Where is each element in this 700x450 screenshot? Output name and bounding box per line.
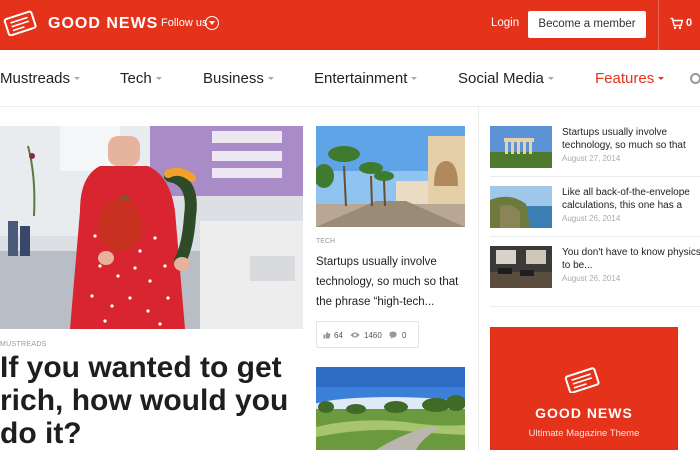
chevron-down-icon[interactable] [205,16,219,30]
main-navigation: Mustreads Tech Business Entertainment So… [0,50,700,107]
likes-count: 64 [334,331,343,340]
advertisement-banner[interactable]: GOOD NEWS Ultimate Magazine Theme [490,327,678,450]
sidebar-thumb-image[interactable] [490,186,552,228]
sidebar-item-title[interactable]: Like all back-of-the-envelope calculatio… [562,186,700,212]
hero-headline[interactable]: If you wanted to get rich, how would you… [0,351,290,450]
column-divider [478,107,479,450]
site-logo-text[interactable]: GOOD NEWS [48,15,158,33]
countryside-article-image[interactable] [316,367,465,450]
hero-category-label[interactable]: MUSTREADS [0,341,47,348]
sidebar-item-title[interactable]: You don't have to know physics to be... [562,246,700,272]
tech-category-label[interactable]: TECH [316,238,335,245]
hero-article-image[interactable] [0,126,303,329]
chevron-down-icon [658,76,665,80]
chevron-down-icon [267,76,274,80]
nav-item-tech[interactable]: Tech [120,70,162,87]
tech-article-image[interactable] [316,126,465,227]
nav-item-entertainment[interactable]: Entertainment [314,70,418,87]
sidebar-thumb-image[interactable] [490,126,552,168]
newspaper-logo-icon[interactable] [2,10,38,36]
become-member-button[interactable]: Become a member [528,11,646,38]
list-divider [490,176,700,177]
login-link[interactable]: Login [491,17,519,29]
nav-item-mustreads[interactable]: Mustreads [0,70,81,87]
sidebar-item-date: August 26, 2014 [562,274,621,283]
list-divider [490,306,700,307]
article-stats-box: 64 1460 0 [316,321,419,348]
nav-item-social-media[interactable]: Social Media [458,70,554,87]
sidebar-item-title[interactable]: Startups usually involve technology, so … [562,126,700,152]
comment-icon[interactable] [389,331,397,339]
sidebar-thumb-image[interactable] [490,246,552,288]
tech-article-excerpt[interactable]: Startups usually involve technology, so … [316,252,471,312]
ad-title: GOOD NEWS [535,405,633,421]
thumbs-up-icon[interactable] [323,331,331,339]
views-count: 1460 [364,331,382,340]
list-item[interactable]: Startups usually involve technology, so … [490,126,700,170]
eye-icon [350,332,360,338]
nav-item-features[interactable]: Features [595,70,665,87]
chevron-down-icon [155,76,162,80]
chevron-down-icon [411,76,418,80]
list-item[interactable]: Like all back-of-the-envelope calculatio… [490,186,700,230]
shopping-cart-icon[interactable] [670,17,683,30]
list-item[interactable]: You don't have to know physics to be... … [490,246,700,290]
comments-count: 0 [402,331,407,340]
top-header-bar: GOOD NEWS Follow us Login Become a membe… [0,0,700,50]
ad-subtitle: Ultimate Magazine Theme [528,428,640,439]
search-icon[interactable] [690,73,700,84]
header-divider [658,0,659,50]
sidebar-item-date: August 26, 2014 [562,214,621,223]
newspaper-logo-icon [564,367,600,393]
follow-us-label[interactable]: Follow us [161,17,207,29]
sidebar-item-date: August 27, 2014 [562,154,621,163]
list-divider [490,236,700,237]
cart-count-badge: 0 [686,17,693,29]
chevron-down-icon [547,76,554,80]
nav-item-business[interactable]: Business [203,70,274,87]
chevron-down-icon [74,76,81,80]
